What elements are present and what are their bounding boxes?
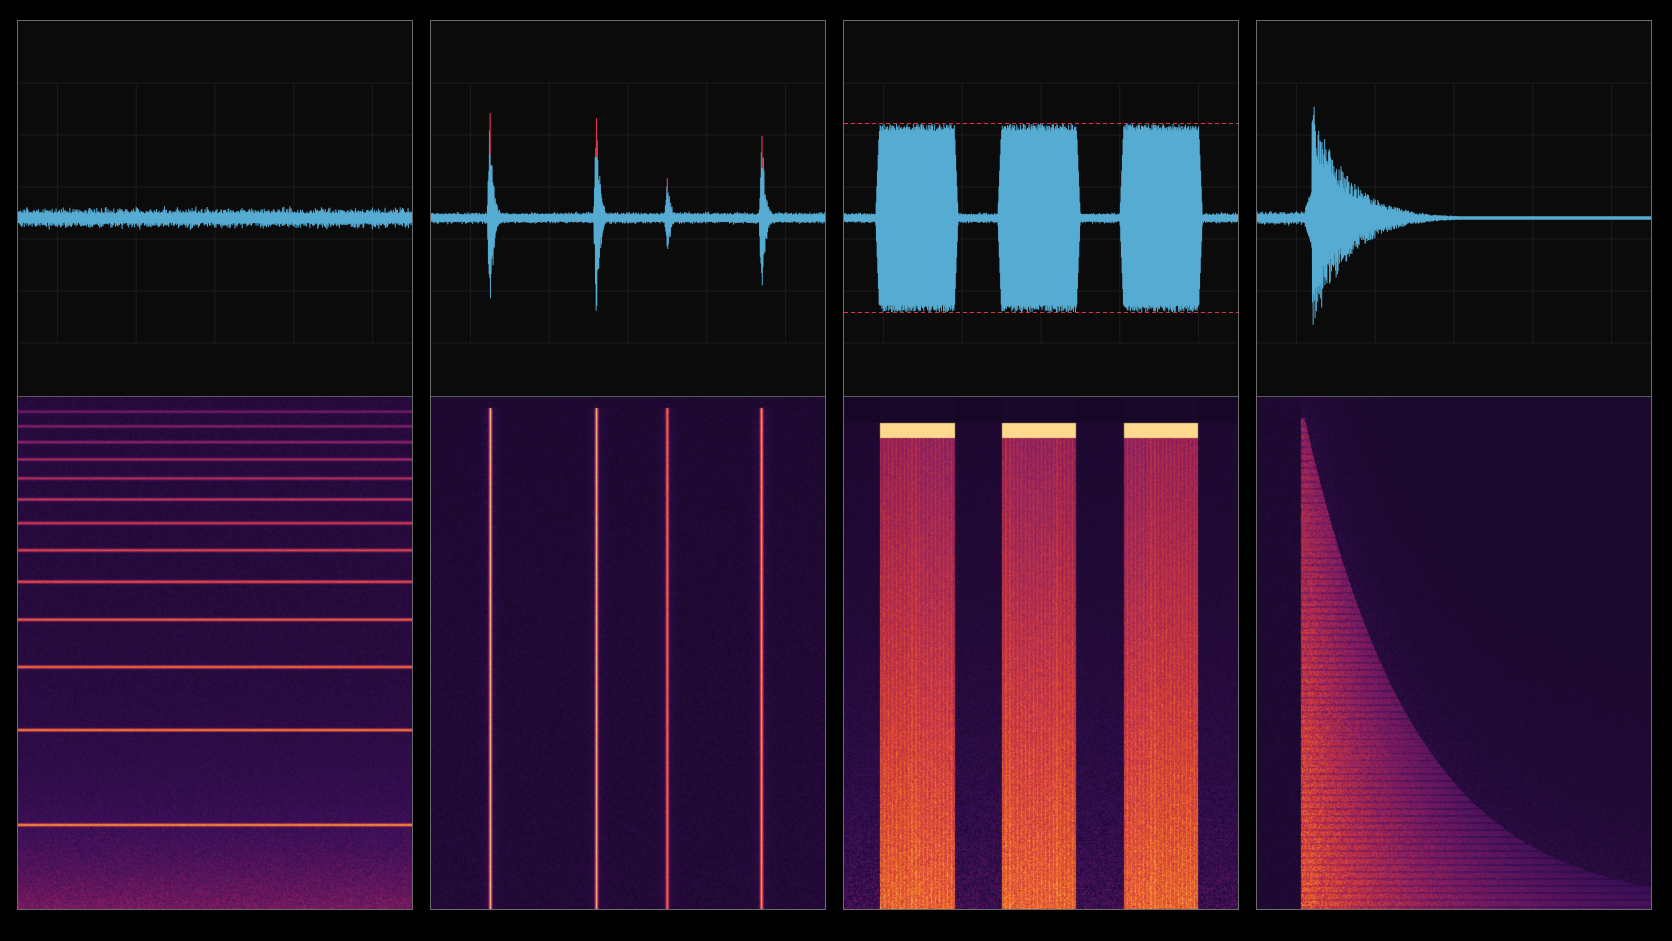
waveform-plot	[18, 21, 412, 396]
panel-steady-harmonics	[17, 20, 413, 910]
spectrogram-comparison-figure	[0, 0, 1672, 941]
waveform-svg	[431, 82, 825, 344]
spectrogram-plot	[431, 397, 825, 909]
waveform-svg	[1257, 82, 1651, 344]
waveform-plot	[431, 21, 825, 396]
waveform-plot	[1257, 21, 1651, 396]
waveform-svg	[18, 82, 412, 344]
waveform-svg	[844, 82, 1238, 344]
spectrogram-plot	[1257, 397, 1651, 909]
spectrogram-canvas	[1257, 397, 1651, 909]
panel-impulses	[430, 20, 826, 910]
waveform-trace	[844, 123, 1238, 313]
spectrogram-plot	[844, 397, 1238, 909]
panel-decaying-transient	[1256, 20, 1652, 910]
spectrogram-canvas	[18, 397, 412, 909]
waveform-plot	[844, 21, 1238, 396]
spectrogram-canvas	[844, 397, 1238, 909]
spectrogram-canvas	[431, 397, 825, 909]
panel-tone-bursts	[843, 20, 1239, 910]
spectrogram-plot	[18, 397, 412, 909]
